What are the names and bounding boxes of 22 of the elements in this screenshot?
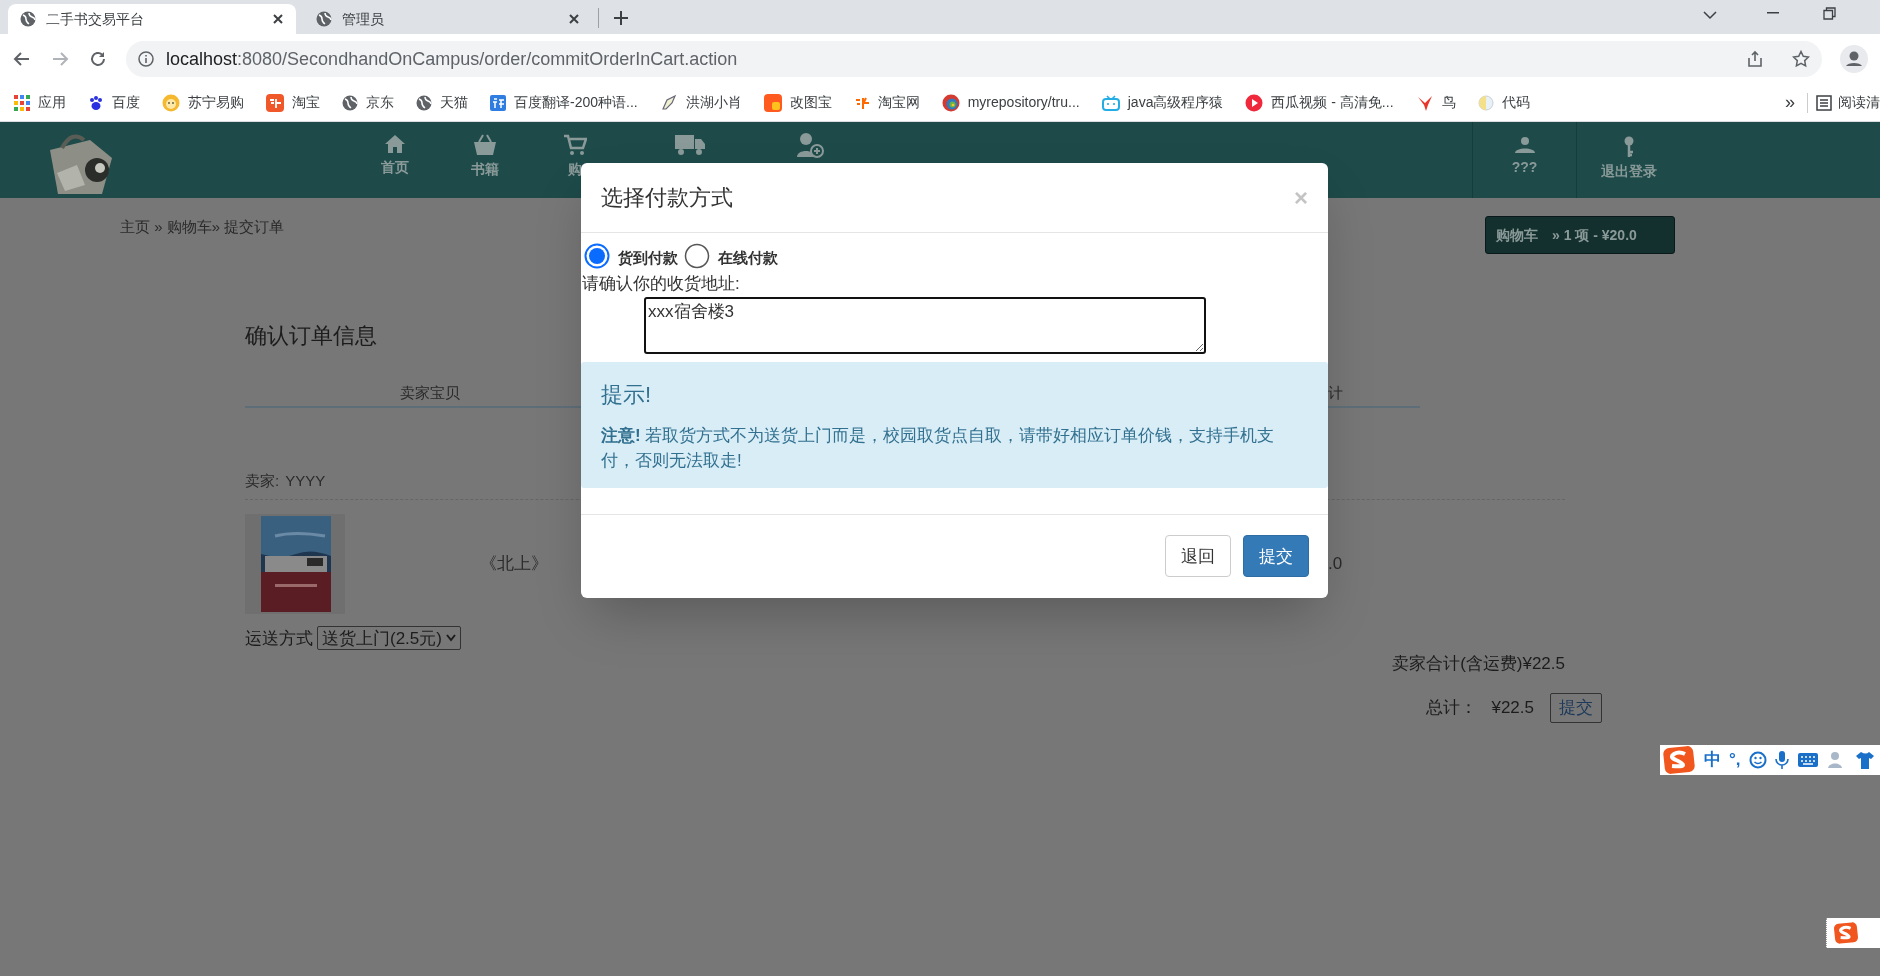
cart-label: 购物车 bbox=[1496, 225, 1538, 245]
order-heading: 确认订单信息 bbox=[245, 322, 377, 350]
column-header: 计 bbox=[1328, 383, 1343, 403]
tab-title: 二手书交易平台 bbox=[46, 9, 145, 29]
address-label: 请确认你的收货地址: bbox=[581, 273, 741, 295]
alert-title: 提示! bbox=[601, 380, 653, 409]
radio-label: 货到付款 bbox=[618, 247, 678, 268]
tab-title: 管理员 bbox=[342, 9, 385, 29]
url-text: localhost:8080/SecondhandOnCampus/order/commitOrderInCart.action bbox=[166, 47, 738, 71]
seller-total: 卖家合计(含运费)¥22.5 bbox=[1392, 653, 1565, 675]
shipping-label: 运送方式 bbox=[245, 627, 313, 650]
total-amount: ¥22.5 bbox=[1491, 696, 1534, 719]
price-text: .0 bbox=[1328, 552, 1343, 575]
total-label: 总计： bbox=[1426, 696, 1478, 719]
breadcrumb: 主页 » 购物车» 提交订单 bbox=[120, 217, 285, 237]
alert-text: 注意! 若取货方式不为送货上门而是，校园取货点自取，请带好相应订单价钱，支持手机支付，否则无法取走! bbox=[601, 424, 1276, 472]
modal-title: 选择付款方式 bbox=[601, 184, 733, 212]
cart-detail: » 1 项 - ¥20.0 bbox=[1552, 225, 1637, 245]
seller-name: YYYY bbox=[285, 471, 326, 491]
radio-label: 在线付款 bbox=[718, 247, 778, 268]
seller-label: 卖家: bbox=[245, 471, 280, 491]
column-header: 卖家宝贝 bbox=[400, 383, 460, 403]
